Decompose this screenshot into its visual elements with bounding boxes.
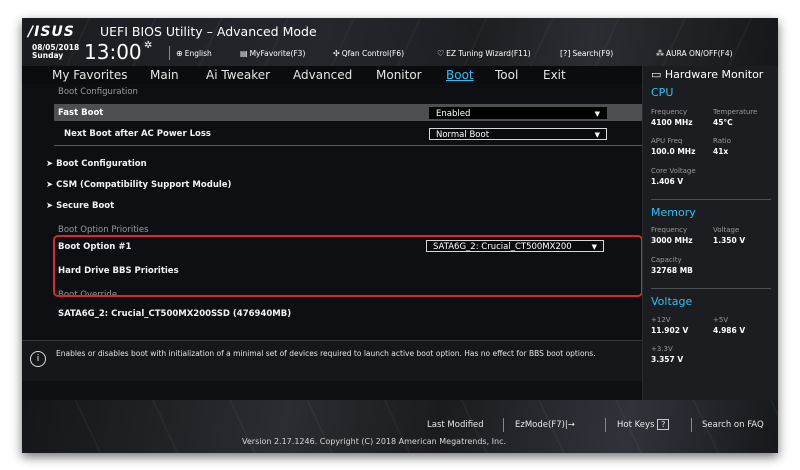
header-bar: /ISUS UEFI BIOS Utility – Advanced Mode … xyxy=(22,18,778,66)
aura-icon: ⁂ xyxy=(656,49,664,58)
last-modified-button[interactable]: Last Modified xyxy=(427,420,484,430)
ez-tuning-wizard-button[interactable]: ♡ EZ Tuning Wizard(F11) xyxy=(437,49,531,58)
v12-label: +12V xyxy=(651,316,671,324)
hardware-monitor-panel: ▭ Hardware Monitor CPU Frequency Tempera… xyxy=(642,66,778,400)
fast-boot-dropdown[interactable]: Enabled ▼ xyxy=(429,107,607,119)
help-bar: i Enables or disables boot with initiali… xyxy=(22,340,642,381)
search-on-faq-button[interactable]: Search on FAQ xyxy=(702,420,764,430)
header-divider xyxy=(169,46,170,60)
submenu-csm[interactable]: ➤ CSM (Compatibility Support Module) xyxy=(46,180,231,190)
tab-my-favorites[interactable]: My Favorites xyxy=(52,68,127,82)
copyright-text: Version 2.17.1246. Copyright (C) 2018 Am… xyxy=(242,437,507,446)
ezmode-button[interactable]: EzMode(F7)|→ xyxy=(515,420,575,430)
bios-window: /ISUS UEFI BIOS Utility – Advanced Mode … xyxy=(22,18,778,453)
submenu-boot-configuration[interactable]: ➤ Boot Configuration xyxy=(46,159,147,169)
boot-override-item[interactable]: SATA6G_2: Crucial_CT500MX200SSD (476940M… xyxy=(58,309,291,319)
monitor-icon: ▭ xyxy=(651,68,662,81)
memory-voltage-value: 1.350 V xyxy=(713,236,746,245)
v12-value: 11.902 V xyxy=(651,326,689,335)
date-display: 08/05/2018 Sunday xyxy=(32,44,79,60)
next-boot-ac-loss-label: Next Boot after AC Power Loss xyxy=(64,129,211,139)
tab-main[interactable]: Main xyxy=(150,68,179,82)
tab-advanced[interactable]: Advanced xyxy=(293,68,352,82)
cpu-temperature-label: Temperature xyxy=(713,108,758,116)
memory-voltage-label: Voltage xyxy=(713,226,740,234)
asus-logo: /ISUS xyxy=(28,24,75,40)
chevron-right-icon: ➤ xyxy=(46,159,57,169)
hardware-monitor-title: ▭ Hardware Monitor xyxy=(651,68,764,81)
memory-frequency-label: Frequency xyxy=(651,226,688,234)
next-boot-ac-loss-dropdown[interactable]: Normal Boot ▼ xyxy=(429,128,607,140)
v5-label: +5V xyxy=(713,316,729,324)
chevron-right-icon: ➤ xyxy=(46,201,57,211)
core-voltage-label: Core Voltage xyxy=(651,167,696,175)
globe-icon: ⊕ xyxy=(176,49,183,58)
memory-divider xyxy=(651,288,771,289)
cpu-temperature-value: 45°C xyxy=(713,118,733,127)
aura-toggle-button[interactable]: ⁂ AURA ON/OFF(F4) xyxy=(656,49,733,58)
day-text: Sunday xyxy=(32,51,64,60)
core-voltage-value: 1.406 V xyxy=(651,177,684,186)
date-text: 08/05/2018 xyxy=(32,43,80,52)
voltage-heading: Voltage xyxy=(651,295,693,308)
memory-heading: Memory xyxy=(651,206,696,219)
boot-option-priorities-header: Boot Option Priorities xyxy=(58,225,149,235)
v5-value: 4.986 V xyxy=(713,326,746,335)
v33-label: +3.3V xyxy=(651,345,673,353)
footer-bar: Last Modified EzMode(F7)|→ Hot Keys ? Se… xyxy=(22,400,778,453)
footer-divider xyxy=(605,418,606,432)
bios-title: UEFI BIOS Utility – Advanced Mode xyxy=(100,24,317,39)
fan-icon: ✣ xyxy=(333,49,340,58)
help-text: Enables or disables boot with initializa… xyxy=(56,349,596,358)
myfavorite-button[interactable]: ▤ MyFavorite(F3) xyxy=(240,49,305,58)
hot-keys-button[interactable]: Hot Keys ? xyxy=(617,419,670,430)
tab-exit[interactable]: Exit xyxy=(543,68,566,82)
submenu-secure-boot[interactable]: ➤ Secure Boot xyxy=(46,201,114,211)
clock-display[interactable]: 13:00 xyxy=(84,40,142,64)
boot-configuration-header: Boot Configuration xyxy=(58,87,138,97)
v33-value: 3.357 V xyxy=(651,355,684,364)
star-panel-icon: ▤ xyxy=(240,49,248,58)
cpu-divider xyxy=(651,199,771,200)
info-icon: i xyxy=(30,351,46,367)
chevron-down-icon: ▼ xyxy=(594,110,600,118)
memory-capacity-value: 32768 MB xyxy=(651,266,693,275)
chevron-right-icon: ➤ xyxy=(46,180,57,190)
qfan-control-button[interactable]: ✣ Qfan Control(F6) xyxy=(333,49,404,58)
search-button[interactable]: [?] Search(F9) xyxy=(560,49,613,58)
footer-divider xyxy=(691,418,692,432)
language-button[interactable]: ⊕ English xyxy=(176,49,212,58)
fast-boot-label: Fast Boot xyxy=(58,108,104,118)
cpu-ratio-value: 41x xyxy=(713,147,729,156)
cpu-frequency-value: 4100 MHz xyxy=(651,118,693,127)
section-divider xyxy=(54,145,642,146)
apu-freq-label: APU Freq xyxy=(651,137,683,145)
gear-icon[interactable]: ✲ xyxy=(144,40,152,51)
tab-ai-tweaker[interactable]: Ai Tweaker xyxy=(206,68,270,82)
tab-monitor[interactable]: Monitor xyxy=(376,68,422,82)
chevron-down-icon: ▼ xyxy=(594,131,600,139)
tab-tool[interactable]: Tool xyxy=(495,68,518,82)
memory-frequency-value: 3000 MHz xyxy=(651,236,693,245)
cpu-heading: CPU xyxy=(651,86,674,99)
cpu-ratio-label: Ratio xyxy=(713,137,731,145)
tab-boot[interactable]: Boot xyxy=(446,68,474,82)
bulb-icon: ♡ xyxy=(437,49,445,58)
question-box-icon: [?] xyxy=(560,49,571,58)
cpu-frequency-label: Frequency xyxy=(651,108,688,116)
memory-capacity-label: Capacity xyxy=(651,256,682,264)
boot-priorities-highlight-box xyxy=(53,235,643,297)
main-nav: My Favorites Main Ai Tweaker Advanced Mo… xyxy=(22,66,642,84)
apu-freq-value: 100.0 MHz xyxy=(651,147,696,156)
question-key-icon: ? xyxy=(657,419,670,430)
footer-divider xyxy=(503,418,504,432)
